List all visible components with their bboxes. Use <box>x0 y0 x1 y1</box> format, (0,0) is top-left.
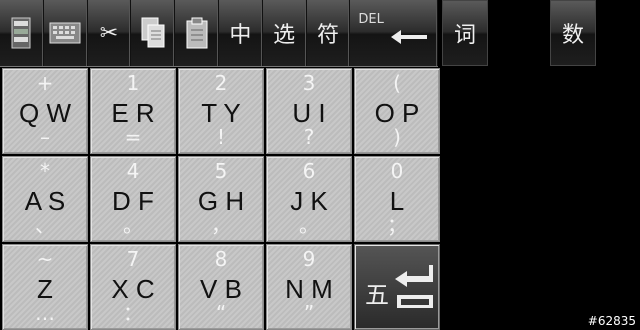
key-vb[interactable]: 8 V B “ <box>178 244 264 330</box>
key-jk[interactable]: 6 J K 。 <box>266 156 352 242</box>
symbol-button[interactable]: 符 <box>307 0 351 66</box>
key-z[interactable]: ~ Z … <box>2 244 88 330</box>
number-mode-button[interactable]: 数 <box>550 0 596 66</box>
key-letters: T Y <box>201 98 241 128</box>
key-nm[interactable]: 9 N M ” <box>266 244 352 330</box>
key-bottom-symbol: … <box>35 301 55 325</box>
key-op[interactable]: ( O P ) <box>354 68 440 154</box>
key-letters: D F <box>112 186 154 216</box>
key-top-symbol: 3 <box>302 71 316 95</box>
key-top-symbol: * <box>40 159 50 183</box>
keyboard-icon[interactable] <box>44 0 88 66</box>
key-top-symbol: 5 <box>214 159 228 183</box>
key-top-symbol: ( <box>393 71 401 95</box>
key-bottom-symbol: ； <box>387 213 407 237</box>
key-letters: Q W <box>19 98 71 128</box>
key-letters: J K <box>290 186 328 216</box>
key-bottom-symbol: ) <box>393 125 401 149</box>
key-bottom-symbol: 。 <box>123 213 143 237</box>
chinese-mode-button[interactable]: 中 <box>219 0 263 66</box>
key-bottom-symbol: = <box>124 125 142 149</box>
watermark-text: #62835 <box>587 314 636 328</box>
key-df[interactable]: 4 D F 。 <box>90 156 176 242</box>
key-bottom-symbol: 。 <box>299 213 319 237</box>
key-top-symbol: ~ <box>36 247 54 271</box>
delete-button[interactable]: DEL <box>350 0 438 66</box>
key-bottom-symbol: “ <box>215 301 227 325</box>
key-bottom-symbol: ： <box>123 301 143 325</box>
delete-label: DEL <box>358 12 384 27</box>
key-qw[interactable]: + Q W – <box>2 68 88 154</box>
key-letters: A S <box>24 186 66 216</box>
key-top-symbol: 9 <box>302 247 316 271</box>
key-as[interactable]: * A S 、 <box>2 156 88 242</box>
select-all-icon[interactable] <box>0 0 44 66</box>
key-top-symbol: 0 <box>390 159 404 183</box>
key-bottom-symbol: ” <box>303 301 315 325</box>
key-letters: Z <box>37 274 53 304</box>
key-er[interactable]: 1 E R = <box>90 68 176 154</box>
key-bottom-symbol: ， <box>211 213 231 237</box>
backspace-arrow-icon <box>390 30 427 44</box>
select-button[interactable]: 选 <box>263 0 307 66</box>
key-top-symbol: 7 <box>126 247 140 271</box>
enter-arrow-icon <box>395 265 433 308</box>
key-letters: X C <box>111 274 155 304</box>
key-top-symbol: 6 <box>302 159 316 183</box>
word-mode-button[interactable]: 词 <box>442 0 488 66</box>
keyboard-toolbar: ✂ 中 选 符 DEL <box>0 0 438 67</box>
key-bottom-symbol: ? <box>303 125 315 149</box>
key-xc[interactable]: 7 X C ： <box>90 244 176 330</box>
key-ui[interactable]: 3 U I ? <box>266 68 352 154</box>
key-letters: U I <box>292 98 326 128</box>
key-letters: O P <box>374 98 420 128</box>
cut-icon[interactable]: ✂ <box>88 0 132 66</box>
key-bottom-symbol: – <box>40 125 50 149</box>
wubi-mode-label: 五 <box>365 281 389 309</box>
key-letters: G H <box>197 186 245 216</box>
key-bottom-symbol: 、 <box>35 213 55 237</box>
keypad: + Q W – 1 E R = 2 T Y ! 3 U I ? ( O P ) … <box>0 66 440 330</box>
enter-key[interactable]: 五 <box>354 244 440 330</box>
key-top-symbol: 4 <box>126 159 140 183</box>
copy-icon[interactable] <box>131 0 176 66</box>
paste-icon[interactable] <box>175 0 219 66</box>
key-letters: L <box>389 186 405 216</box>
key-l[interactable]: 0 L ； <box>354 156 440 242</box>
key-letters: N M <box>285 274 333 304</box>
key-top-symbol: + <box>36 71 54 95</box>
key-gh[interactable]: 5 G H ， <box>178 156 264 242</box>
key-top-symbol: 1 <box>126 71 140 95</box>
key-top-symbol: 2 <box>214 71 228 95</box>
key-letters: V B <box>200 274 242 304</box>
key-letters: E R <box>111 98 155 128</box>
key-ty[interactable]: 2 T Y ! <box>178 68 264 154</box>
key-top-symbol: 8 <box>214 247 228 271</box>
key-bottom-symbol: ! <box>216 125 226 149</box>
